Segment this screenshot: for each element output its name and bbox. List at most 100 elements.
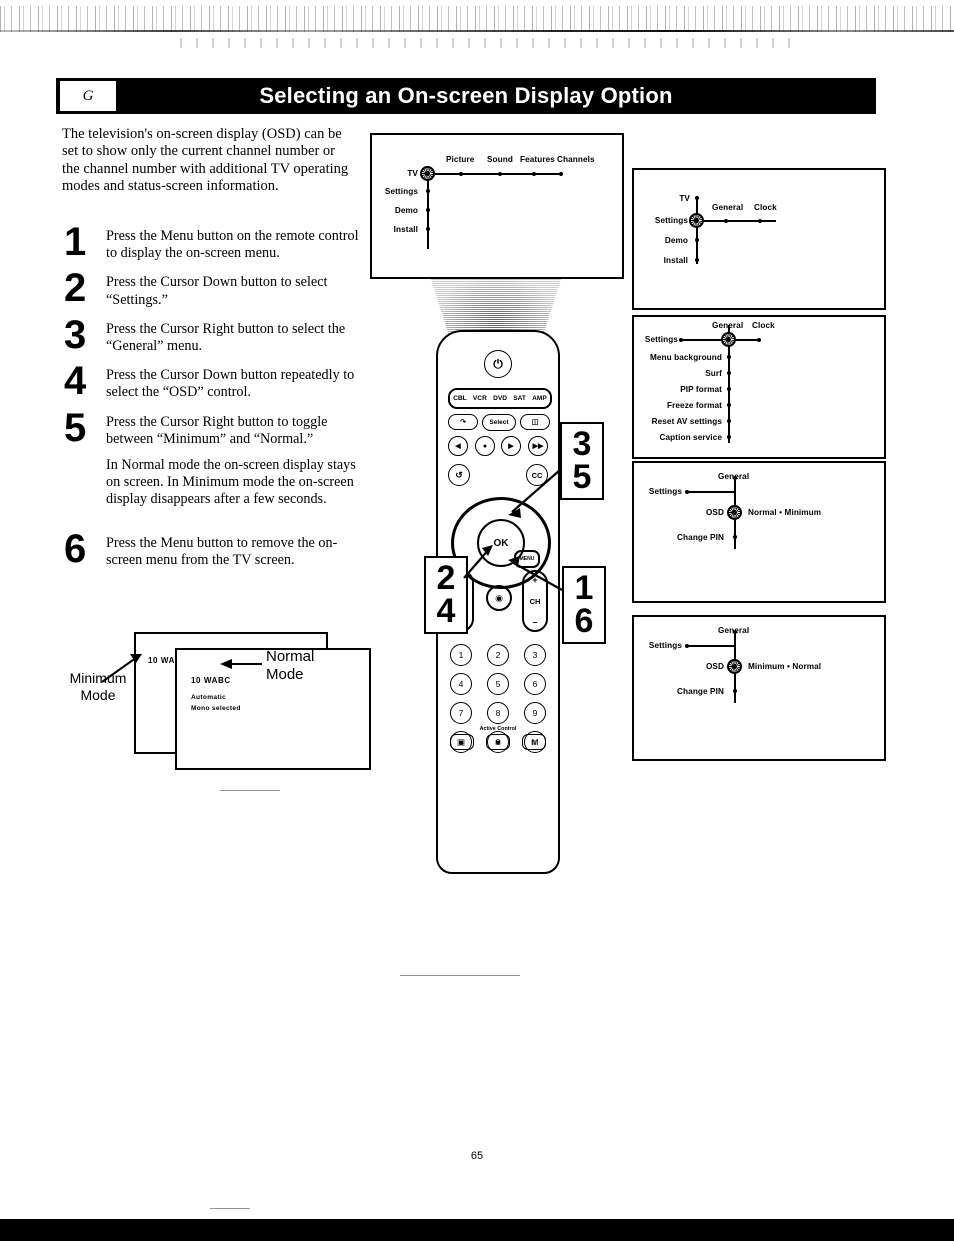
menu-item-picture[interactable]: Picture [446, 155, 474, 164]
menu-item-general[interactable]: General [718, 472, 749, 481]
menu-dot [724, 219, 728, 223]
exit-icon[interactable]: ▤ [522, 734, 546, 750]
rewind-icon[interactable]: ◀ [448, 436, 468, 456]
step-2: 2 Press the Cursor Down button to select… [62, 268, 362, 308]
device-button-amp[interactable]: AMP [532, 395, 547, 402]
channel-up[interactable]: + [532, 575, 537, 585]
menu-item-tv[interactable]: TV [378, 169, 418, 178]
menu-item-reset-av-settings[interactable]: Reset AV settings [634, 417, 722, 426]
menu-item-clock[interactable]: Clock [754, 203, 777, 212]
menu-item-demo[interactable]: Demo [636, 236, 688, 245]
mute-icon[interactable]: ◉ [486, 585, 512, 611]
device-button-vcr[interactable]: VCR [473, 395, 487, 402]
osd-screen-step5-minimum: Settings General OSD Minimum • Normal Ch… [632, 615, 886, 761]
menu-dot [426, 189, 430, 193]
menu-item-change-pin[interactable]: Change PIN [658, 533, 724, 542]
menu-item-clock[interactable]: Clock [752, 321, 775, 330]
menu-item-demo[interactable]: Demo [372, 206, 418, 215]
power-icon[interactable]: ⏻ [484, 350, 512, 378]
surf-icon[interactable]: ↺ [448, 464, 470, 486]
device-button-cbl[interactable]: CBL [453, 395, 467, 402]
step-number: 3 [64, 312, 87, 357]
menu-item-sound[interactable]: Sound [487, 155, 513, 164]
key-6[interactable]: 6 [524, 673, 546, 695]
select-button[interactable]: Select [482, 414, 516, 431]
menu-dot [727, 403, 731, 407]
selection-marker-general [721, 332, 736, 347]
menu-dot [727, 355, 731, 359]
menu-item-osd[interactable]: OSD [686, 508, 724, 517]
menu-item-general[interactable]: General [718, 626, 749, 635]
menu-item-settings[interactable]: Settings [636, 335, 678, 344]
osd-values[interactable]: Normal • Minimum [748, 508, 821, 517]
menu-dot [757, 338, 761, 342]
menu-item-settings[interactable]: Settings [372, 187, 418, 196]
menu-dot [426, 208, 430, 212]
play-icon[interactable]: ▶ [501, 436, 521, 456]
menu-item-pip-format[interactable]: PIP format [634, 385, 722, 394]
key-1[interactable]: 1 [450, 644, 472, 666]
menu-item-settings[interactable]: Settings [636, 216, 688, 225]
record-icon[interactable]: ● [475, 436, 495, 456]
keypad-row: 1 2 3 [450, 644, 546, 666]
menu-item-settings[interactable]: Settings [636, 641, 682, 650]
step-number: 4 [64, 359, 87, 404]
osd-screen-step2: TV Settings Demo Install General Clock [632, 168, 886, 310]
minimum-mode-label: Minimum Mode [62, 670, 134, 704]
scan-fleck [220, 790, 280, 791]
channel-control[interactable]: + CH – [522, 570, 548, 632]
scan-edge-line [0, 30, 954, 32]
osd-values[interactable]: Minimum • Normal [748, 662, 821, 671]
step-6: 6 Press the Menu button to remove the on… [62, 529, 362, 569]
step-5: 5 Press the Cursor Right button to toggl… [62, 408, 362, 509]
page-number: 65 [470, 1150, 484, 1162]
menu-item-osd[interactable]: OSD [686, 662, 724, 671]
menu-button[interactable]: MENU [514, 550, 540, 568]
menu-item-features[interactable]: Features [520, 155, 555, 164]
menu-item-general[interactable]: General [712, 321, 743, 330]
status-icon[interactable]: ☐ [450, 734, 474, 750]
key-5[interactable]: 5 [487, 673, 509, 695]
step-text: Press the Cursor Right button to toggle … [106, 413, 328, 447]
key-2[interactable]: 2 [487, 644, 509, 666]
key-9[interactable]: 9 [524, 702, 546, 724]
device-button-sat[interactable]: SAT [513, 395, 526, 402]
channel-down[interactable]: – [532, 617, 537, 627]
menu-item-change-pin[interactable]: Change PIN [658, 687, 724, 696]
menu-item-tv[interactable]: TV [648, 194, 690, 203]
menu-item-surf[interactable]: Surf [634, 369, 722, 378]
device-button-dvd[interactable]: DVD [493, 395, 507, 402]
menu-branch-line [680, 339, 760, 341]
key-4[interactable]: 4 [450, 673, 472, 695]
menu-dot [727, 387, 731, 391]
forward-icon[interactable]: ▶▶ [528, 436, 548, 456]
menu-item-install[interactable]: Install [636, 256, 688, 265]
osd-screen-step5-normal: Settings General OSD Normal • Minimum Ch… [632, 461, 886, 603]
scan-noise-top [0, 6, 954, 32]
menu-item-channels[interactable]: Channels [557, 155, 595, 164]
page-title: Selecting an On-screen Display Option [259, 83, 673, 108]
menu-dot [498, 172, 502, 176]
step-4: 4 Press the Cursor Down button repeatedl… [62, 361, 362, 401]
menu-dot [532, 172, 536, 176]
menu-dot [695, 238, 699, 242]
key-3[interactable]: 3 [524, 644, 546, 666]
menu-item-freeze-format[interactable]: Freeze format [634, 401, 722, 410]
menu-dot [727, 435, 731, 439]
menu-item-menu-background[interactable]: Menu background [634, 353, 722, 362]
key-8[interactable]: 8 [487, 702, 509, 724]
active-control-icon[interactable]: ▣ [486, 734, 510, 750]
menu-branch-line [427, 173, 561, 175]
menu-item-general[interactable]: General [712, 203, 743, 212]
callout-steps-2-4: 2 4 [424, 556, 468, 634]
key-7[interactable]: 7 [450, 702, 472, 724]
screen-format-icon[interactable]: ◫ [520, 414, 550, 430]
menu-item-install[interactable]: Install [372, 225, 418, 234]
normal-screen-line2: Automatic [191, 694, 226, 701]
input-source-icon[interactable]: ↷ [448, 414, 478, 430]
cc-button[interactable]: CC [526, 464, 548, 486]
scan-noise-secondary [180, 38, 800, 48]
menu-dot [685, 490, 689, 494]
menu-item-caption-service[interactable]: Caption service [634, 433, 722, 442]
menu-item-settings[interactable]: Settings [636, 487, 682, 496]
